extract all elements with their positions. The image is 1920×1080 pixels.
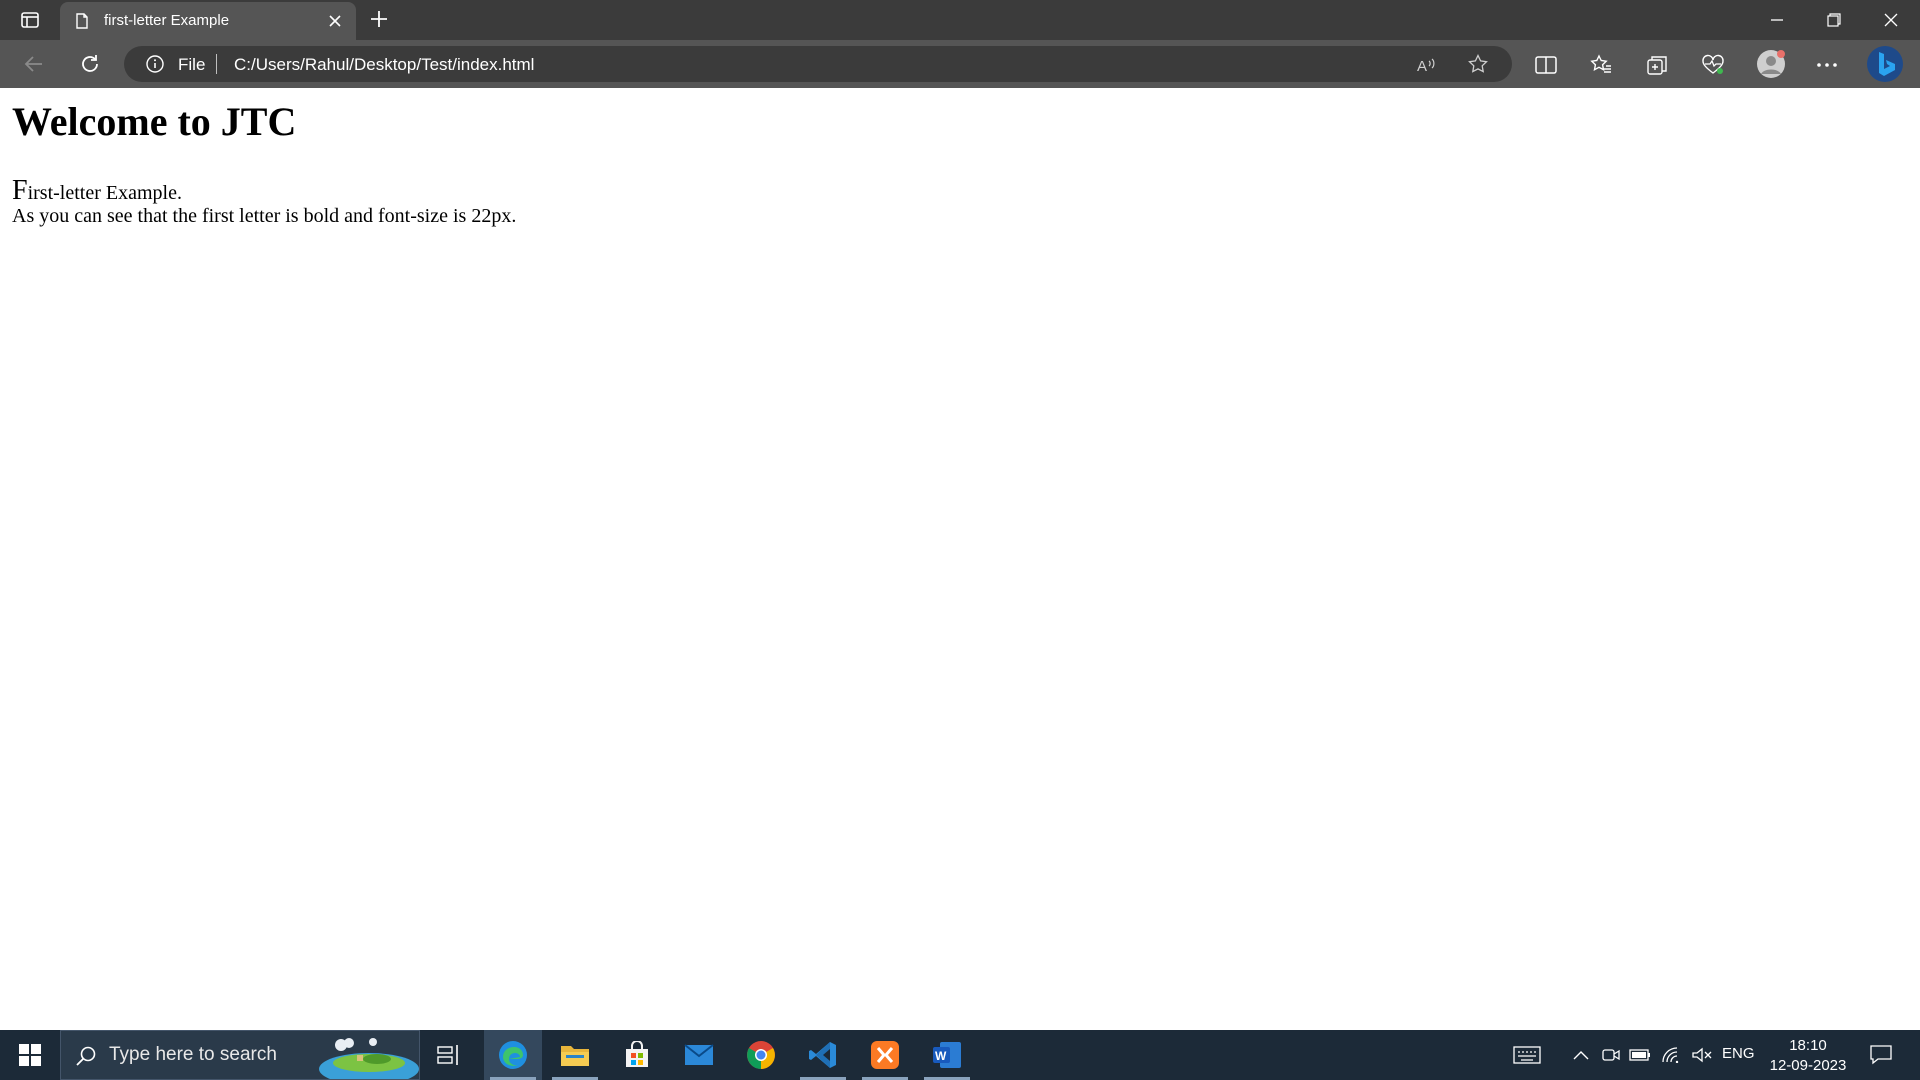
restore-icon[interactable]: [1805, 0, 1863, 40]
keyboard-touch-icon[interactable]: [1510, 1030, 1544, 1080]
description-paragraph: As you can see that the first letter is …: [12, 205, 517, 227]
browser-tab-bar: first-letter Example: [0, 0, 1920, 40]
start-windows-icon[interactable]: [0, 1030, 60, 1080]
more-options-icon[interactable]: [1814, 52, 1840, 78]
close-window-icon[interactable]: [1862, 0, 1920, 40]
clock-date[interactable]: 12-09-2023: [1762, 1056, 1854, 1076]
edge-taskbar-icon[interactable]: [484, 1030, 542, 1080]
first-letter-paragraph: First-letter Example.: [12, 174, 182, 208]
tab-close-icon[interactable]: [326, 12, 344, 30]
new-tab-icon[interactable]: [368, 8, 394, 32]
svg-text:A: A: [1417, 58, 1427, 75]
chrome-icon[interactable]: [732, 1030, 790, 1080]
tab-actions-icon[interactable]: [14, 8, 46, 32]
first-letter: F: [12, 175, 28, 206]
address-scheme: File: [178, 55, 206, 74]
address-url[interactable]: C:/Users/Rahul/Desktop/Test/index.html: [234, 55, 534, 75]
microsoft-store-icon[interactable]: [608, 1030, 666, 1080]
mail-icon[interactable]: [670, 1030, 728, 1080]
browser-tab-active[interactable]: first-letter Example: [60, 2, 356, 40]
volume-muted-icon[interactable]: [1690, 1030, 1714, 1080]
minimize-icon[interactable]: [1748, 0, 1806, 40]
wifi-icon[interactable]: [1660, 1030, 1684, 1080]
reload-icon[interactable]: [76, 50, 104, 78]
web-page-content: Welcome to JTC First-letter Example. As …: [0, 88, 1920, 1030]
search-placeholder: Type here to search: [109, 1044, 277, 1065]
task-view-icon[interactable]: [420, 1030, 478, 1080]
address-bar[interactable]: File C:/Users/Rahul/Desktop/Test/index.h…: [124, 46, 1512, 82]
taskbar-search-box[interactable]: Type here to search: [60, 1030, 420, 1080]
input-language[interactable]: ENG: [1722, 1045, 1755, 1062]
add-favorite-star-icon[interactable]: [1468, 54, 1488, 74]
search-highlight-island-icon: [317, 1035, 421, 1080]
collections-icon[interactable]: [1644, 52, 1670, 78]
page-icon: [74, 13, 90, 29]
paragraph-rest: irst-letter Example.: [27, 182, 182, 204]
site-info-icon[interactable]: [146, 55, 164, 73]
windows-taskbar: Type here to search W ENG 18:10 12-09-20…: [0, 1030, 1920, 1080]
word-icon[interactable]: W: [918, 1030, 976, 1080]
file-explorer-icon[interactable]: [546, 1030, 604, 1080]
svg-text:W: W: [935, 1049, 947, 1063]
profile-avatar-icon[interactable]: [1756, 49, 1786, 79]
chevron-up-icon[interactable]: [1570, 1030, 1592, 1080]
browser-essentials-icon[interactable]: [1700, 52, 1726, 78]
xampp-icon[interactable]: [856, 1030, 914, 1080]
bing-copilot-icon[interactable]: [1866, 45, 1904, 83]
address-divider: [216, 54, 217, 74]
meet-now-icon[interactable]: [1600, 1030, 1622, 1080]
notifications-icon[interactable]: [1864, 1030, 1898, 1080]
favorites-icon[interactable]: [1588, 52, 1614, 78]
back-arrow-icon[interactable]: [20, 50, 48, 78]
vscode-icon[interactable]: [794, 1030, 852, 1080]
battery-icon[interactable]: [1628, 1030, 1652, 1080]
search-icon: [75, 1045, 97, 1067]
page-heading: Welcome to JTC: [12, 99, 297, 144]
clock-time[interactable]: 18:10: [1768, 1036, 1848, 1056]
tab-title: first-letter Example: [104, 12, 230, 29]
read-aloud-icon[interactable]: A: [1416, 55, 1440, 75]
split-screen-icon[interactable]: [1533, 52, 1559, 78]
browser-toolbar: File C:/Users/Rahul/Desktop/Test/index.h…: [0, 40, 1920, 88]
